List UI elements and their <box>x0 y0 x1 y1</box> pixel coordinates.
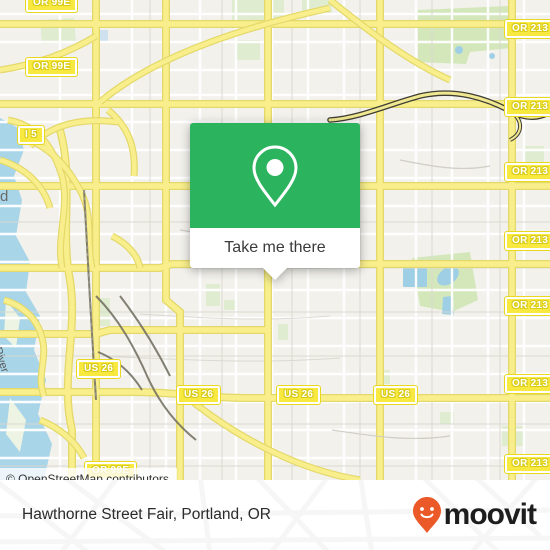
map-page: d Willamette River OR 99E OR 99E I 5 US … <box>0 0 550 550</box>
shield-or-99e-1: OR 99E <box>26 0 78 12</box>
shield-us-26-3: US 26 <box>277 386 321 404</box>
popup-icon-area <box>190 123 360 228</box>
attribution-text: © OpenStreetMap contributors <box>6 472 169 480</box>
moovit-pin-icon <box>412 497 441 533</box>
map-canvas[interactable]: d Willamette River OR 99E OR 99E I 5 US … <box>0 0 550 480</box>
shield-or-213-7: OR 213 <box>505 455 550 473</box>
map-pin-icon <box>252 144 298 207</box>
shield-i-5: I 5 <box>18 126 45 144</box>
shield-or-213-4: OR 213 <box>505 232 550 250</box>
moovit-logo-text: moovit <box>443 498 537 531</box>
map-label-city: d <box>0 188 9 205</box>
shield-or-213-5: OR 213 <box>505 297 550 315</box>
moovit-logo[interactable]: moovit <box>412 480 537 550</box>
take-me-there-popup[interactable]: Take me there <box>190 123 360 280</box>
take-me-there-label: Take me there <box>224 239 326 256</box>
shield-or-213-2: OR 213 <box>505 98 550 116</box>
shield-or-213-1: OR 213 <box>505 20 550 38</box>
map-attribution[interactable]: © OpenStreetMap contributors <box>0 468 177 480</box>
shield-us-26-1: US 26 <box>77 360 121 378</box>
bottom-info-bar: Hawthorne Street Fair, Portland, OR moov… <box>0 480 550 550</box>
shield-us-26-2: US 26 <box>177 386 221 404</box>
place-name-text: Hawthorne Street Fair, Portland, OR <box>22 506 271 523</box>
shield-or-213-6: OR 213 <box>505 375 550 393</box>
place-name: Hawthorne Street Fair, Portland, OR <box>22 480 271 550</box>
shield-or-99e-2: OR 99E <box>26 58 78 76</box>
popup-action-area[interactable]: Take me there <box>190 228 360 280</box>
shield-us-26-4: US 26 <box>374 386 418 404</box>
popup-tail <box>263 268 287 280</box>
shield-or-213-3: OR 213 <box>505 163 550 181</box>
